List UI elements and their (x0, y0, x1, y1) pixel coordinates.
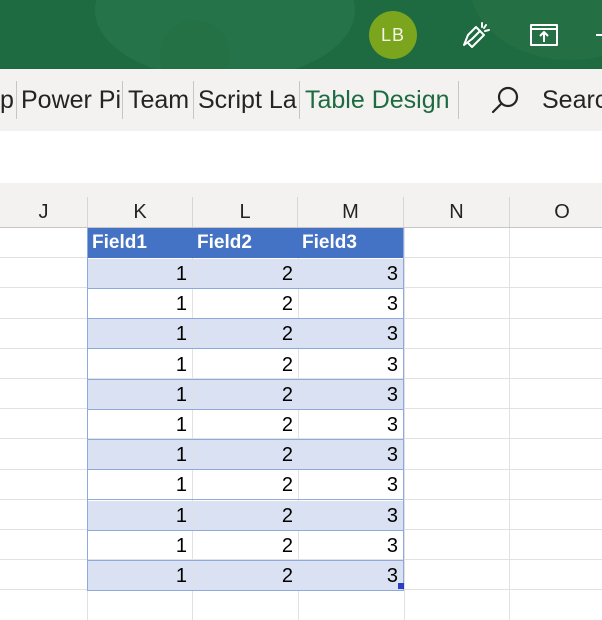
avatar[interactable]: LB (369, 11, 417, 59)
table-cell[interactable]: 1 (88, 350, 192, 380)
more-icon[interactable] (588, 17, 602, 53)
table-header-field3[interactable]: Field3 (298, 228, 404, 258)
table-header-field2[interactable]: Field2 (193, 228, 298, 258)
tab-script-lab[interactable]: Script La (198, 69, 298, 131)
table-row-border (87, 348, 404, 349)
ribbon-tab-bar: p Power Pi Team Script La Table Design S… (0, 69, 602, 132)
tab-divider (16, 81, 17, 119)
table-cell[interactable]: 1 (88, 440, 192, 470)
table-cell[interactable]: 2 (193, 531, 298, 561)
present-icon[interactable] (526, 17, 562, 53)
table-cell[interactable]: 3 (298, 410, 403, 440)
table-cell[interactable]: 2 (193, 259, 298, 289)
title-bar: LB (0, 0, 602, 69)
table-cell[interactable]: 2 (193, 440, 298, 470)
table-cell[interactable]: 3 (298, 380, 403, 410)
table-cell[interactable]: 3 (298, 289, 403, 319)
table-cell[interactable]: 3 (298, 350, 403, 380)
worksheet-grid[interactable]: Field1 Field2 Field3 1231231231231231231… (0, 228, 602, 620)
column-header-n[interactable]: N (404, 197, 510, 227)
table-cell[interactable]: 3 (298, 561, 403, 591)
tab-power-pivot[interactable]: Power Pi (21, 69, 121, 131)
tab-partial[interactable]: p (0, 69, 14, 131)
column-header-row: J K L M N O (0, 197, 602, 228)
table-cell[interactable]: 3 (298, 531, 403, 561)
column-header-k[interactable]: K (88, 197, 193, 227)
tab-team[interactable]: Team (128, 69, 192, 131)
table-header-field1[interactable]: Field1 (88, 228, 193, 258)
gridline (509, 228, 510, 620)
table-cell[interactable]: 1 (88, 531, 192, 561)
tab-divider (122, 81, 123, 119)
table-cell[interactable]: 2 (193, 561, 298, 591)
table-cell[interactable]: 1 (88, 410, 192, 440)
table-cell[interactable]: 2 (193, 501, 298, 531)
table-cell[interactable]: 1 (88, 289, 192, 319)
column-header-o[interactable]: O (510, 197, 602, 227)
tab-table-design[interactable]: Table Design (305, 69, 455, 131)
table-cell[interactable]: 1 (88, 380, 192, 410)
grid-gap (0, 183, 602, 197)
search-label[interactable]: Searc (542, 69, 602, 131)
table-row-border (87, 590, 404, 591)
tab-divider (458, 81, 459, 119)
column-header-j[interactable]: J (0, 197, 88, 227)
table-cell[interactable]: 2 (193, 289, 298, 319)
table-cell[interactable]: 2 (193, 380, 298, 410)
table-cell[interactable]: 2 (193, 350, 298, 380)
table-cell[interactable]: 1 (88, 501, 192, 531)
search-icon[interactable] (489, 84, 521, 116)
table-cell[interactable]: 3 (298, 501, 403, 531)
table-resize-handle[interactable] (398, 583, 404, 589)
table-cell[interactable]: 2 (193, 470, 298, 500)
table-cell[interactable]: 2 (193, 319, 298, 349)
formula-bar[interactable] (0, 131, 602, 184)
gridline (404, 228, 405, 620)
table-cell[interactable]: 3 (298, 440, 403, 470)
column-header-m[interactable]: M (298, 197, 404, 227)
table-cell[interactable]: 2 (193, 410, 298, 440)
tab-divider (193, 81, 194, 119)
table-cell[interactable]: 3 (298, 319, 403, 349)
table-cell[interactable]: 1 (88, 470, 192, 500)
coach-marks-icon[interactable] (458, 17, 494, 53)
table-cell[interactable]: 3 (298, 259, 403, 289)
table-cell[interactable]: 1 (88, 561, 192, 591)
table-cell[interactable]: 3 (298, 470, 403, 500)
table-cell[interactable]: 1 (88, 319, 192, 349)
column-header-l[interactable]: L (193, 197, 298, 227)
table-row-border (87, 499, 404, 500)
tab-divider (299, 81, 300, 119)
table-cell[interactable]: 1 (88, 259, 192, 289)
